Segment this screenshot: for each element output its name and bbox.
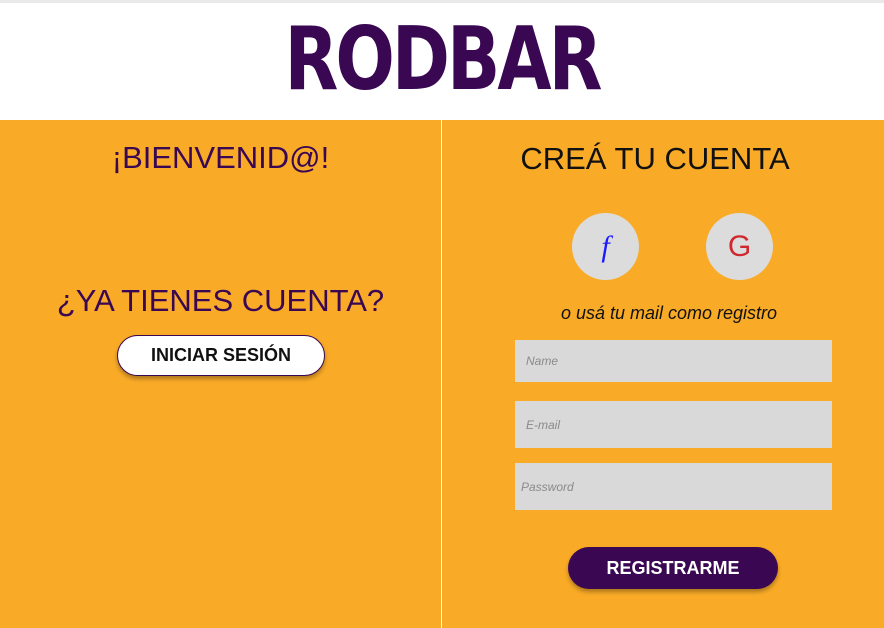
register-button[interactable]: REGISTRARME	[568, 547, 778, 589]
password-input[interactable]	[515, 463, 832, 510]
main-panel: ¡BIENVENID@! ¿YA TIENES CUENTA? INICIAR …	[0, 120, 884, 628]
rodbar-logo[interactable]: RODBAR	[285, 15, 603, 103]
google-icon: G	[727, 229, 752, 263]
login-button[interactable]: INICIAR SESIÓN	[117, 335, 325, 376]
welcome-heading: ¡BIENVENID@!	[111, 140, 330, 175]
facebook-icon: f	[601, 229, 610, 263]
mail-register-note: o usá tu mail como registro	[560, 303, 778, 323]
name-input[interactable]	[515, 340, 832, 382]
google-login-button[interactable]: G	[706, 213, 773, 280]
facebook-login-button[interactable]: f	[572, 213, 639, 280]
create-account-title: CREÁ TU CUENTA	[520, 141, 790, 176]
panel-divider	[441, 120, 442, 628]
have-account-question: ¿YA TIENES CUENTA?	[56, 283, 385, 318]
header: RODBAR	[0, 0, 884, 120]
email-input[interactable]	[515, 401, 832, 448]
